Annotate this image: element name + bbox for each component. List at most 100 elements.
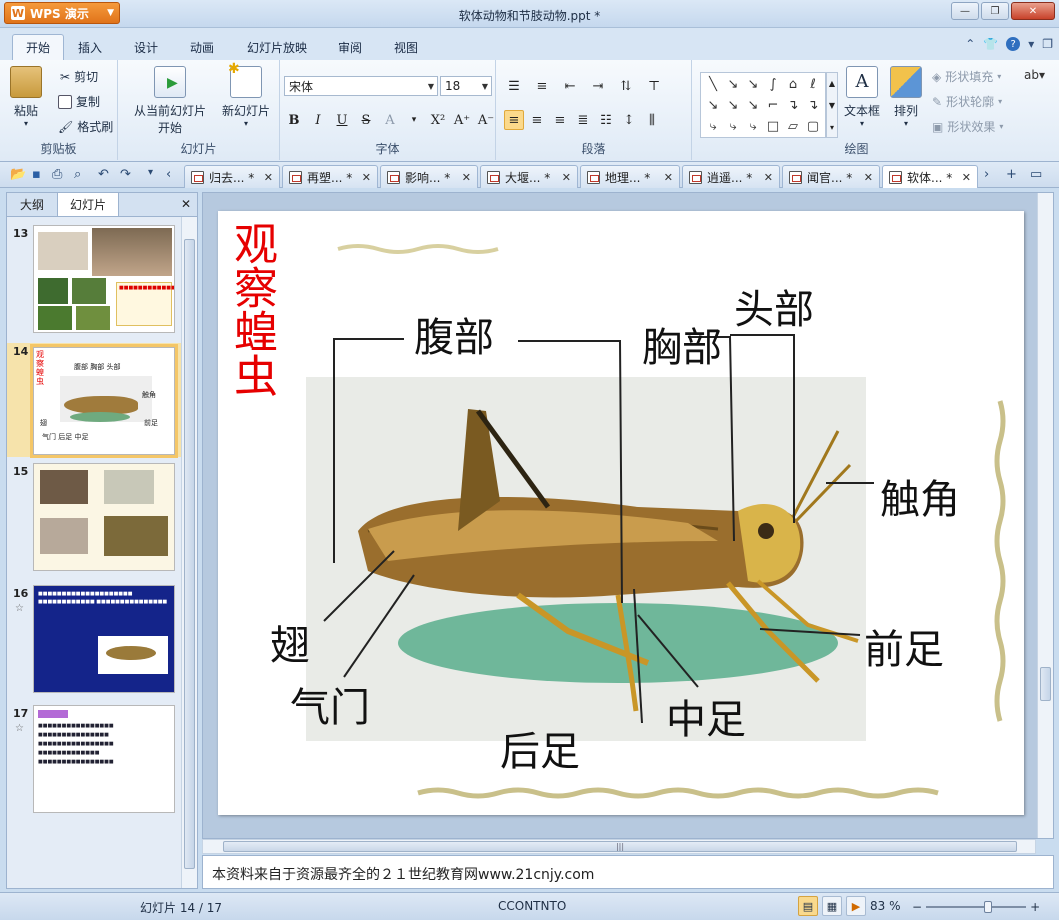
italic-button[interactable]: I — [308, 110, 328, 130]
slide-thumbnail-selected[interactable]: 观察蝗虫 腹部 胸部 头部 触角 翅 前足 气门 后足 中足 — [30, 344, 178, 458]
label-midleg[interactable]: 中足 — [666, 687, 746, 745]
close-icon[interactable]: ✕ — [864, 171, 873, 184]
print-icon[interactable]: ⎙ — [52, 167, 62, 182]
bold-button[interactable]: B — [284, 110, 304, 130]
format-painter-button[interactable]: 🖌 格式刷 — [58, 118, 113, 135]
distribute-icon[interactable]: ☷ — [596, 110, 616, 130]
tab-view[interactable]: 视图 — [386, 34, 426, 60]
open-folder-icon[interactable]: 📂 — [10, 167, 26, 182]
slide-thumbnail-row-selected[interactable]: 14 观察蝗虫 腹部 胸部 头部 触角 翅 前足 气门 后足 中足 — [7, 343, 181, 458]
label-abdomen[interactable]: 腹部 — [414, 305, 494, 363]
zoom-out-icon[interactable]: − — [912, 900, 922, 914]
shape-outline-button[interactable]: ✎ 形状轮廓 ▾ — [932, 93, 1002, 110]
redo-icon[interactable]: ↷ — [120, 167, 131, 182]
doc-tab[interactable]: 逍遥... * ✕ — [682, 165, 780, 188]
close-icon[interactable]: ✕ — [664, 171, 673, 184]
text-direction-icon[interactable]: ⇅ — [616, 76, 636, 96]
shape-fill-button[interactable]: ◈ 形状填充 ▾ — [932, 68, 1001, 85]
doc-tab[interactable]: 影响... * ✕ — [380, 165, 478, 188]
slide-thumbnail-row[interactable]: 17 ☆ ■■■■■■■■■■■■■■■■ ■■■■■■■■■■■■■■■ ■■… — [7, 705, 181, 819]
cut-button[interactable]: ✂ 剪切 — [60, 68, 98, 85]
close-icon[interactable]: ✕ — [362, 171, 371, 184]
slide-thumbnail-row[interactable]: 13 ■■■■■■■■■■■■■■■ — [7, 225, 181, 339]
tab-list-icon[interactable]: ▭ — [1030, 167, 1042, 182]
label-head[interactable]: 头部 — [734, 277, 814, 335]
shape-gallery-scroll[interactable]: ▲ ▼ ▾ — [826, 72, 838, 138]
label-antenna[interactable]: 触角 — [880, 467, 960, 525]
tab-slides[interactable]: 幻灯片 — [57, 193, 119, 216]
slide-vertical-scrollbar[interactable] — [1037, 193, 1053, 838]
decrease-indent-icon[interactable]: ⇤ — [560, 76, 580, 96]
font-size-select[interactable]: 18 ▼ — [440, 76, 492, 96]
minimize-button[interactable]: — — [951, 2, 979, 20]
font-name-select[interactable]: 宋体 ▼ — [284, 76, 438, 96]
scroll-thumb[interactable] — [184, 239, 195, 869]
tabs-left-icon[interactable]: ‹ — [166, 167, 171, 182]
new-tab-icon[interactable]: + — [1006, 167, 1017, 182]
textbox-button[interactable]: A 文本框 ▾ — [842, 66, 882, 128]
notes-pane[interactable]: 本资料来自于资源最齐全的２１世纪教育网www.21cnjy.com — [202, 855, 1054, 889]
tab-slideshow[interactable]: 幻灯片放映 — [240, 34, 314, 60]
slide-thumbnail[interactable]: ■■■■■■■■■■■■■■■ — [33, 225, 175, 333]
underline-button[interactable]: U — [332, 110, 352, 130]
font-color-icon[interactable]: A — [380, 110, 400, 130]
doc-tab-active[interactable]: 软体... * ✕ — [882, 165, 978, 188]
label-foreleg[interactable]: 前足 — [864, 617, 944, 675]
close-icon[interactable]: ✕ — [264, 171, 273, 184]
slide-thumbnail[interactable]: ■■■■■■■■■■■■■■■■■■■■ ■■■■■■■■■■■■ ■■■■■■… — [33, 585, 175, 693]
tab-design[interactable]: 设计 — [126, 34, 166, 60]
numbering-icon[interactable]: ≡ — [532, 76, 552, 96]
columns-icon[interactable]: ⫼ — [642, 110, 662, 130]
doc-tab[interactable]: 地理... * ✕ — [580, 165, 680, 188]
align-right-icon[interactable]: ≡ — [550, 110, 570, 130]
close-button[interactable]: ✕ — [1011, 2, 1055, 20]
tab-outline[interactable]: 大纲 — [7, 193, 57, 216]
doc-tab[interactable]: 再塑... * ✕ — [282, 165, 378, 188]
save-icon[interactable]: ▪ — [32, 167, 41, 182]
slide-canvas[interactable]: 观察蝗虫 腹部 胸部 头部 触角 翅 气门 后足 中足 前足 P50 2 29页 — [218, 211, 1024, 815]
slide-thumbnail[interactable]: ■■■■■■■■■■■■■■■■ ■■■■■■■■■■■■■■■ ■■■■■■■… — [33, 705, 175, 813]
scroll-thumb[interactable]: ||| — [223, 841, 1017, 852]
start-from-current-button[interactable]: ▶ 从当前幻灯片 开始 — [128, 66, 212, 136]
label-thorax[interactable]: 胸部 — [642, 315, 722, 373]
restore-window-icon[interactable]: ❐ — [1042, 37, 1053, 51]
slide-thumbnail[interactable] — [33, 463, 175, 571]
superscript-icon[interactable]: X² — [428, 110, 448, 130]
close-icon[interactable]: ✕ — [764, 171, 773, 184]
close-icon[interactable]: ✕ — [181, 197, 191, 211]
tab-home[interactable]: 开始 — [12, 34, 64, 60]
close-icon[interactable]: ✕ — [562, 171, 571, 184]
strikethrough-button[interactable]: S — [356, 110, 376, 130]
scroll-thumb[interactable] — [1040, 667, 1051, 701]
paste-button[interactable]: 粘贴 ▾ — [10, 66, 42, 128]
close-icon[interactable]: ✕ — [462, 171, 471, 184]
line-spacing-icon[interactable]: ↕ — [619, 110, 639, 130]
chevron-down-icon[interactable]: ▾ — [1028, 37, 1034, 51]
tab-review[interactable]: 审阅 — [330, 34, 370, 60]
new-slide-button[interactable]: ✱ 新幻灯片 ▾ — [218, 61, 274, 128]
undo-icon[interactable]: ↶ — [98, 167, 109, 182]
tab-animation[interactable]: 动画 — [182, 34, 222, 60]
align-text-icon[interactable]: ⊤ — [644, 76, 664, 96]
label-spiracle[interactable]: 气门 — [290, 675, 370, 733]
shrink-font-icon[interactable]: A⁻ — [476, 110, 496, 130]
slide-thumbnail-row[interactable]: 16 ☆ ■■■■■■■■■■■■■■■■■■■■ ■■■■■■■■■■■■ ■… — [7, 585, 181, 699]
chevron-down-icon[interactable]: ▾ — [404, 110, 424, 130]
slideshow-button[interactable]: ▶ — [846, 896, 866, 916]
shape-gallery[interactable]: ╲ ↘ ↘ ∫ ⌂ ℓ ↘ ↘ ↘ ⌐ ↴ ↴ ⤷ ⤷ ⤷ □ ▱ ▢ — [700, 72, 826, 138]
slide-horizontal-scrollbar[interactable]: ||| — [202, 839, 1036, 854]
align-left-icon[interactable]: ≡ — [504, 110, 524, 130]
slide-thumbnail-row[interactable]: 15 — [7, 463, 181, 577]
skin-icon[interactable]: 👕 — [983, 37, 998, 51]
doc-tab[interactable]: 大堰... * ✕ — [480, 165, 578, 188]
doc-tab[interactable]: 闻官... * ✕ — [782, 165, 880, 188]
more-tools-icon[interactable]: ab▾ — [1024, 68, 1045, 82]
collapse-ribbon-icon[interactable]: ⌃ — [965, 37, 975, 51]
zoom-slider[interactable] — [926, 901, 1027, 913]
shape-effect-button[interactable]: ▣ 形状效果 ▾ — [932, 118, 1003, 135]
align-center-icon[interactable]: ≡ — [527, 110, 547, 130]
tabs-right-icon[interactable]: › — [984, 167, 989, 182]
zoom-in-icon[interactable]: + — [1030, 900, 1040, 914]
slides-pane-scrollbar[interactable] — [181, 217, 197, 888]
doc-tab[interactable]: 归去... * ✕ — [184, 165, 280, 188]
